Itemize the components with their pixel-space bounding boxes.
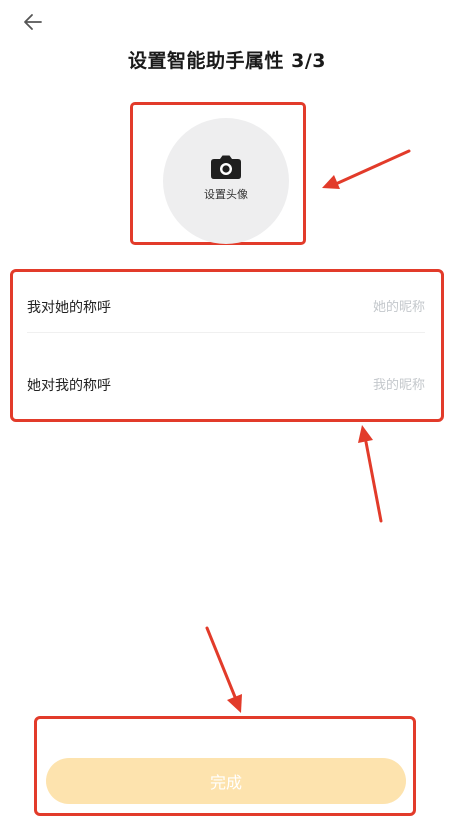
form-row-my-name-for-her: 我对她的称呼 <box>27 287 425 327</box>
annotation-arrow-icon <box>322 149 411 189</box>
arrow-left-icon <box>24 14 42 30</box>
my-nickname-input[interactable] <box>275 377 425 393</box>
row-label: 我对她的称呼 <box>27 300 111 316</box>
her-nickname-input[interactable] <box>275 299 425 315</box>
annotation-arrow-icon <box>358 425 383 523</box>
back-button[interactable] <box>18 8 48 36</box>
row-divider <box>27 332 425 333</box>
submit-button[interactable]: 完成 <box>46 758 406 804</box>
annotation-arrow-icon <box>205 626 242 713</box>
avatar-label: 设置头像 <box>204 188 248 201</box>
row-label: 她对我的称呼 <box>27 378 111 394</box>
avatar-upload-button[interactable]: 设置头像 <box>163 118 289 244</box>
form-row-her-name-for-me: 她对我的称呼 <box>27 365 425 405</box>
camera-icon <box>211 155 241 179</box>
page-title: 设置智能助手属性 3/3 <box>128 50 326 72</box>
